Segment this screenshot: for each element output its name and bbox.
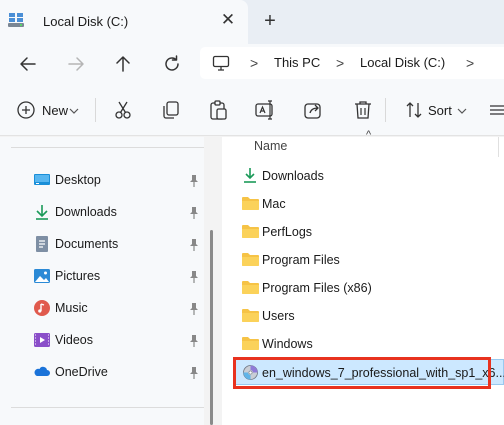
cut-icon[interactable]: [112, 99, 134, 121]
file-row-users[interactable]: Users: [222, 303, 504, 331]
paste-icon[interactable]: [207, 99, 229, 121]
sidebar-item-label: Videos: [55, 333, 93, 347]
column-header-name[interactable]: Name: [254, 139, 287, 153]
divider: [95, 98, 96, 122]
desktop-icon: [34, 174, 50, 185]
file-name: Downloads: [262, 169, 324, 183]
navigation-bar: > This PC > Local Disk (C:) >: [0, 44, 504, 84]
command-bar: New Sort: [0, 84, 504, 136]
file-name: Mac: [262, 197, 286, 211]
file-name: Users: [262, 309, 295, 323]
annotation-highlight-box: [233, 357, 491, 389]
refresh-icon[interactable]: [160, 52, 184, 76]
sidebar-item-onedrive[interactable]: OneDrive: [0, 359, 204, 387]
view-icon[interactable]: [488, 99, 504, 121]
folder-icon: [242, 281, 259, 294]
file-row-program-files[interactable]: Program Files: [222, 247, 504, 275]
sidebar-item-label: Desktop: [55, 173, 101, 187]
sidebar-item-label: Downloads: [55, 205, 117, 219]
sidebar-item-downloads[interactable]: Downloads: [0, 199, 204, 227]
title-bar: Local Disk (C:) ✕ +: [0, 0, 504, 44]
file-row-downloads[interactable]: Downloads: [222, 163, 504, 191]
delete-icon[interactable]: [352, 99, 374, 121]
pin-icon[interactable]: [188, 206, 200, 220]
copy-icon[interactable]: [160, 99, 182, 121]
folder-icon: [242, 337, 259, 350]
new-plus-icon[interactable]: [16, 99, 36, 121]
divider: [385, 98, 386, 122]
sort-icon[interactable]: [404, 99, 424, 121]
sidebar-item-desktop[interactable]: Desktop: [0, 167, 204, 195]
drive-icon: [8, 13, 24, 27]
pin-icon[interactable]: [188, 334, 200, 348]
file-name: PerfLogs: [262, 225, 313, 239]
divider: [11, 407, 204, 408]
breadcrumb-local-disk[interactable]: Local Disk (C:): [360, 55, 445, 70]
close-tab-icon[interactable]: ✕: [218, 10, 238, 30]
sidebar-item-pictures[interactable]: Pictures: [0, 263, 204, 291]
file-row-windows[interactable]: Windows: [222, 331, 504, 359]
file-row-program-files-x86[interactable]: Program Files (x86): [222, 275, 504, 303]
forward-arrow-icon[interactable]: [64, 52, 88, 76]
sidebar-item-documents[interactable]: Documents: [0, 231, 204, 259]
folder-icon: [242, 253, 259, 266]
breadcrumb-separator: >: [336, 55, 345, 71]
address-bar[interactable]: > This PC > Local Disk (C:) >: [200, 47, 504, 79]
divider: [11, 147, 204, 148]
pin-icon[interactable]: [188, 270, 200, 284]
sidebar-scrollbar[interactable]: [210, 230, 213, 425]
pin-icon[interactable]: [188, 238, 200, 252]
pin-icon[interactable]: [188, 302, 200, 316]
sidebar-item-label: Music: [55, 301, 88, 315]
new-button[interactable]: New: [42, 103, 68, 118]
folder-icon: [242, 309, 259, 322]
file-row-perflogs[interactable]: PerfLogs: [222, 219, 504, 247]
share-icon[interactable]: [302, 99, 324, 121]
file-name: Program Files (x86): [262, 281, 372, 295]
file-name: Program Files: [262, 253, 340, 267]
downloads-icon: [36, 205, 48, 220]
folder-icon: [242, 225, 259, 238]
chevron-down-icon[interactable]: [68, 99, 80, 121]
onedrive-icon: [34, 366, 50, 376]
pin-icon[interactable]: [188, 366, 200, 380]
computer-icon: [212, 55, 230, 71]
tab-title: Local Disk (C:): [43, 14, 129, 29]
tab-local-disk[interactable]: Local Disk (C:) ✕: [0, 0, 248, 44]
documents-icon: [36, 236, 48, 252]
videos-icon: [34, 333, 50, 347]
new-tab-button[interactable]: +: [260, 10, 280, 32]
breadcrumb-separator: >: [466, 55, 475, 71]
file-name: Windows: [262, 337, 313, 351]
sidebar-item-music[interactable]: Music: [0, 295, 204, 323]
downloads-icon: [244, 168, 256, 183]
navigation-pane: Desktop Downloads Documents Pictures Mus…: [0, 137, 204, 425]
breadcrumb-this-pc[interactable]: This PC: [274, 55, 320, 70]
sidebar-item-label: Pictures: [55, 269, 101, 283]
sort-button[interactable]: Sort: [428, 103, 452, 118]
folder-icon: [242, 197, 259, 210]
sidebar-item-label: OneDrive: [55, 365, 108, 379]
rename-icon[interactable]: [254, 99, 276, 121]
pin-icon[interactable]: [188, 174, 200, 188]
up-arrow-icon[interactable]: [111, 52, 135, 76]
pictures-icon: [34, 269, 50, 283]
column-divider[interactable]: [498, 137, 499, 157]
file-row-mac[interactable]: Mac: [222, 191, 504, 219]
sort-ascending-icon: ^: [366, 129, 372, 141]
sidebar-item-videos[interactable]: Videos: [0, 327, 204, 355]
chevron-down-icon[interactable]: [456, 99, 468, 121]
breadcrumb-separator: >: [250, 55, 259, 71]
back-arrow-icon[interactable]: [16, 52, 40, 76]
sidebar-item-label: Documents: [55, 237, 119, 251]
music-icon: [34, 300, 50, 316]
